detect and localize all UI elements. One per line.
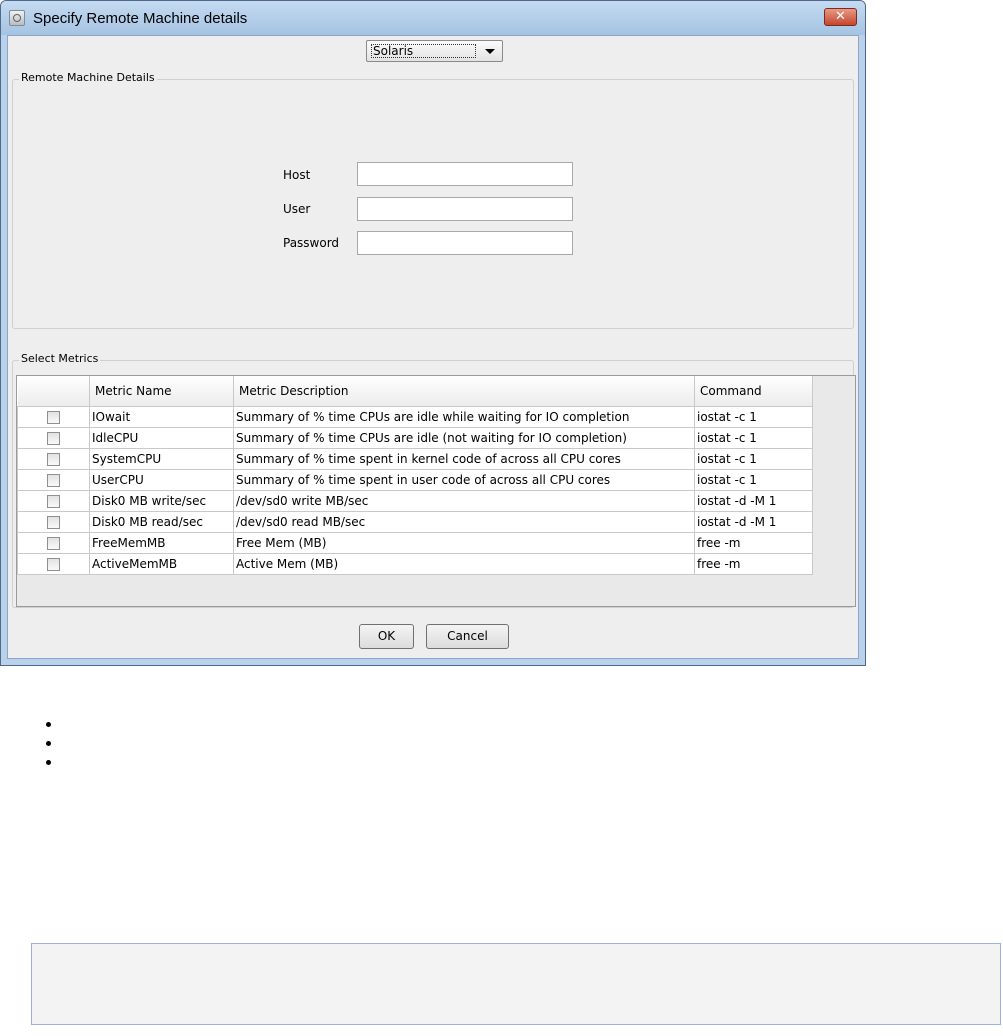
column-header-select[interactable]: [17, 376, 90, 407]
metric-description-cell: Summary of % time CPUs are idle while wa…: [233, 406, 695, 428]
title-bar[interactable]: Specify Remote Machine details ✕: [1, 1, 865, 35]
metric-name-cell: IOwait: [89, 406, 234, 428]
table-row[interactable]: IOwait Summary of % time CPUs are idle w…: [17, 406, 813, 428]
metrics-table: Metric Name Metric Description Command I…: [17, 376, 813, 575]
remote-machine-dialog: Specify Remote Machine details ✕ Solaris…: [0, 0, 866, 666]
metric-checkbox[interactable]: [47, 537, 60, 550]
metric-command-cell: iostat -c 1: [694, 406, 813, 428]
table-row[interactable]: SystemCPU Summary of % time spent in ker…: [17, 448, 813, 470]
metric-description-cell: /dev/sd0 write MB/sec: [233, 490, 695, 512]
metric-name-cell: IdleCPU: [89, 427, 234, 449]
table-row[interactable]: Disk0 MB read/sec /dev/sd0 read MB/sec i…: [17, 511, 813, 533]
metric-command-cell: iostat -d -M 1: [694, 490, 813, 512]
metric-name-cell: FreeMemMB: [89, 532, 234, 554]
column-header-command[interactable]: Command: [694, 376, 813, 407]
metric-checkbox[interactable]: [47, 453, 60, 466]
remote-machine-details-legend: Remote Machine Details: [19, 71, 157, 84]
metric-name-cell: Disk0 MB read/sec: [89, 511, 234, 533]
metric-description-cell: Free Mem (MB): [233, 532, 695, 554]
metric-description-cell: Summary of % time spent in user code of …: [233, 469, 695, 491]
table-row[interactable]: UserCPU Summary of % time spent in user …: [17, 469, 813, 491]
metric-checkbox[interactable]: [47, 411, 60, 424]
os-dropdown[interactable]: Solaris: [366, 40, 503, 62]
os-dropdown-value: Solaris: [371, 44, 476, 58]
metric-checkbox[interactable]: [47, 474, 60, 487]
java-app-icon: [9, 10, 25, 26]
select-metrics-legend: Select Metrics: [19, 352, 101, 365]
window-title: Specify Remote Machine details: [33, 10, 248, 27]
metric-description-cell: /dev/sd0 read MB/sec: [233, 511, 695, 533]
ok-button[interactable]: OK: [359, 624, 414, 649]
user-input[interactable]: [357, 197, 573, 221]
metric-name-cell: SystemCPU: [89, 448, 234, 470]
metric-name-cell: UserCPU: [89, 469, 234, 491]
metric-command-cell: free -m: [694, 532, 813, 554]
metric-checkbox[interactable]: [47, 495, 60, 508]
host-input[interactable]: [357, 162, 573, 186]
metric-command-cell: free -m: [694, 553, 813, 575]
metric-name-cell: ActiveMemMB: [89, 553, 234, 575]
select-metrics-group: Select Metrics Metric Name Metric Descri…: [12, 352, 856, 608]
metric-name-cell: Disk0 MB write/sec: [89, 490, 234, 512]
metric-checkbox[interactable]: [47, 558, 60, 571]
metrics-table-header: Metric Name Metric Description Command: [17, 376, 813, 407]
user-label: User: [283, 202, 311, 216]
metric-command-cell: iostat -c 1: [694, 427, 813, 449]
chevron-down-icon: [485, 49, 495, 54]
table-row[interactable]: IdleCPU Summary of % time CPUs are idle …: [17, 427, 813, 449]
table-row[interactable]: ActiveMemMB Active Mem (MB) free -m: [17, 553, 813, 575]
metric-checkbox[interactable]: [47, 516, 60, 529]
close-button[interactable]: ✕: [824, 8, 857, 26]
metric-description-cell: Active Mem (MB): [233, 553, 695, 575]
column-header-metric-description[interactable]: Metric Description: [233, 376, 695, 407]
code-block: [31, 943, 1001, 1025]
metric-command-cell: iostat -c 1: [694, 448, 813, 470]
metric-description-cell: Summary of % time CPUs are idle (not wai…: [233, 427, 695, 449]
password-input[interactable]: [357, 231, 573, 255]
metric-checkbox[interactable]: [47, 432, 60, 445]
remote-machine-details-group: Remote Machine Details Host User Passwor…: [12, 71, 854, 329]
column-header-metric-name[interactable]: Metric Name: [89, 376, 234, 407]
table-row[interactable]: Disk0 MB write/sec /dev/sd0 write MB/sec…: [17, 490, 813, 512]
table-row[interactable]: FreeMemMB Free Mem (MB) free -m: [17, 532, 813, 554]
host-label: Host: [283, 168, 311, 182]
metric-command-cell: iostat -c 1: [694, 469, 813, 491]
password-label: Password: [283, 236, 340, 250]
metric-description-cell: Summary of % time spent in kernel code o…: [233, 448, 695, 470]
cancel-button[interactable]: Cancel: [426, 624, 509, 649]
dialog-content: Solaris Remote Machine Details Host User…: [7, 35, 859, 659]
metric-command-cell: iostat -d -M 1: [694, 511, 813, 533]
metrics-table-scrollpane[interactable]: Metric Name Metric Description Command I…: [16, 375, 856, 607]
